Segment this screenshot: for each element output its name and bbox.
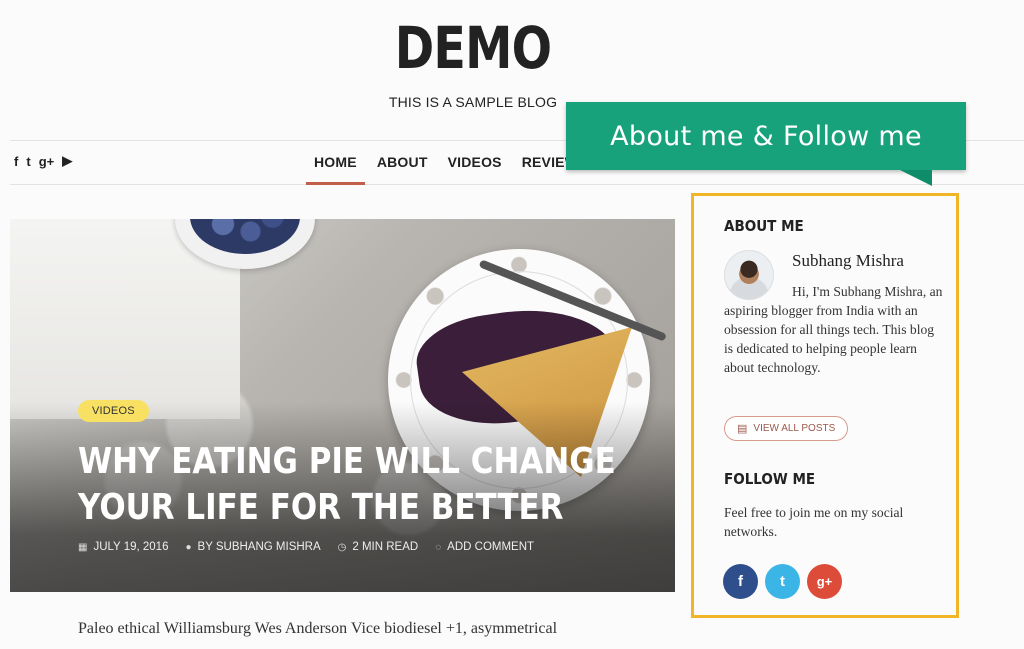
facebook-follow-icon[interactable]: f [723,564,758,599]
document-icon: ▤ [737,423,748,435]
callout-banner: About me & Follow me [566,102,966,170]
view-all-posts-button[interactable]: ▤ VIEW ALL POSTS [724,416,849,441]
add-comment-text: ADD COMMENT [447,541,535,553]
header-social-links: f t g+ ▶ [14,153,72,169]
main-nav: HOME ABOUT VIDEOS REVIEWS [306,154,588,185]
google-plus-icon[interactable]: g+ [39,154,55,169]
post-title[interactable]: WHY EATING PIE WILL CHANGE YOUR LIFE FOR… [78,439,616,531]
twitter-follow-icon[interactable]: t [765,564,800,599]
add-comment-link[interactable]: ◌ ADD COMMENT [435,541,534,553]
nav-item-home[interactable]: HOME [306,154,365,185]
post-date-text: JULY 19, 2016 [93,541,169,553]
post-meta: ▦ JULY 19, 2016 ● BY SUBHANG MISHRA ◷ 2 MIN… [78,541,534,553]
post-excerpt: Paleo ethical Williamsburg Wes Anderson … [78,620,558,637]
post-author-text: BY SUBHANG MISHRA [197,541,321,553]
callout-tail [900,170,932,186]
post-read-time-text: 2 MIN READ [352,541,419,553]
post-title-line-1: WHY EATING PIE WILL CHANGE [78,441,616,482]
youtube-icon[interactable]: ▶ [62,153,72,168]
post-read-time: ◷ 2 MIN READ [338,541,419,553]
google-plus-follow-icon[interactable]: g+ [807,564,842,599]
site-title[interactable]: DEMO [85,14,861,82]
author-name: Subhang Mishra [792,251,904,270]
view-all-posts-label: VIEW ALL POSTS [753,423,836,434]
follow-text: Feel free to join me on my social networ… [724,505,904,539]
post-title-line-2: YOUR LIFE FOR THE BETTER [78,487,564,528]
facebook-icon[interactable]: f [14,154,18,169]
calendar-icon: ▦ [78,541,88,553]
comment-icon: ◌ [435,541,442,553]
clock-icon: ◷ [337,541,347,553]
follow-me-heading: FOLLOW ME [724,470,816,488]
post-date: ▦ JULY 19, 2016 [78,541,168,553]
category-badge[interactable]: VIDEOS [78,400,149,422]
author-bio: Hi, I'm Subhang Mishra, an aspiring blog… [724,282,944,377]
nav-item-about[interactable]: ABOUT [377,154,428,184]
twitter-icon[interactable]: t [26,154,30,169]
featured-post[interactable]: VIDEOS WHY EATING PIE WILL CHANGE YOUR L… [10,219,675,592]
nav-divider-bottom [10,184,1024,185]
user-icon: ● [185,541,192,553]
nav-item-videos[interactable]: VIDEOS [448,154,502,184]
author-bio-text: Hi, I'm Subhang Mishra, an aspiring blog… [724,284,943,375]
about-me-heading: ABOUT ME [724,217,804,235]
post-author[interactable]: ● BY SUBHANG MISHRA [185,541,320,553]
